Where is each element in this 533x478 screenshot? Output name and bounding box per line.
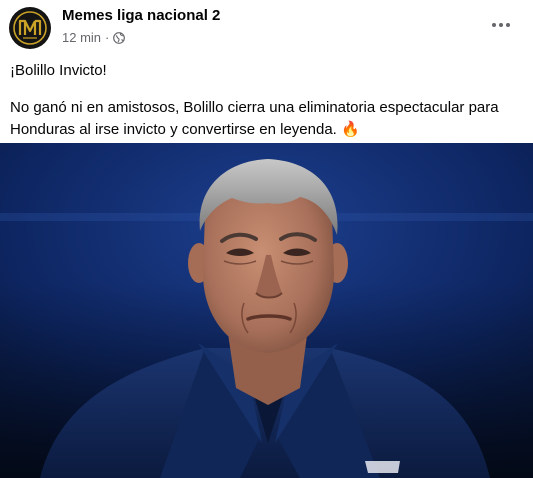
post-body: No ganó ni en amistosos, Bolillo cierra … [10,99,499,138]
post-header: Memes liga nacional 2 12 min · [0,0,533,56]
post-author-name[interactable]: Memes liga nacional 2 [62,7,220,24]
post-timestamp[interactable]: 12 min [62,30,101,45]
coach-portrait-image [0,143,533,478]
meta-separator: · [105,30,110,45]
post-headline: ¡Bolillo Invicto! [10,62,107,79]
globe-icon [113,31,126,44]
page-avatar[interactable] [9,7,51,49]
page-logo-icon [10,8,50,48]
post-text: ¡Bolillo Invicto! No ganó ni en amistoso… [10,60,525,141]
more-options-icon [492,23,496,27]
post-meta: 12 min · [62,30,126,45]
post-photo[interactable] [0,143,533,478]
facebook-post: Memes liga nacional 2 12 min · ¡Bolillo … [0,0,533,478]
more-options-button[interactable] [483,13,519,37]
